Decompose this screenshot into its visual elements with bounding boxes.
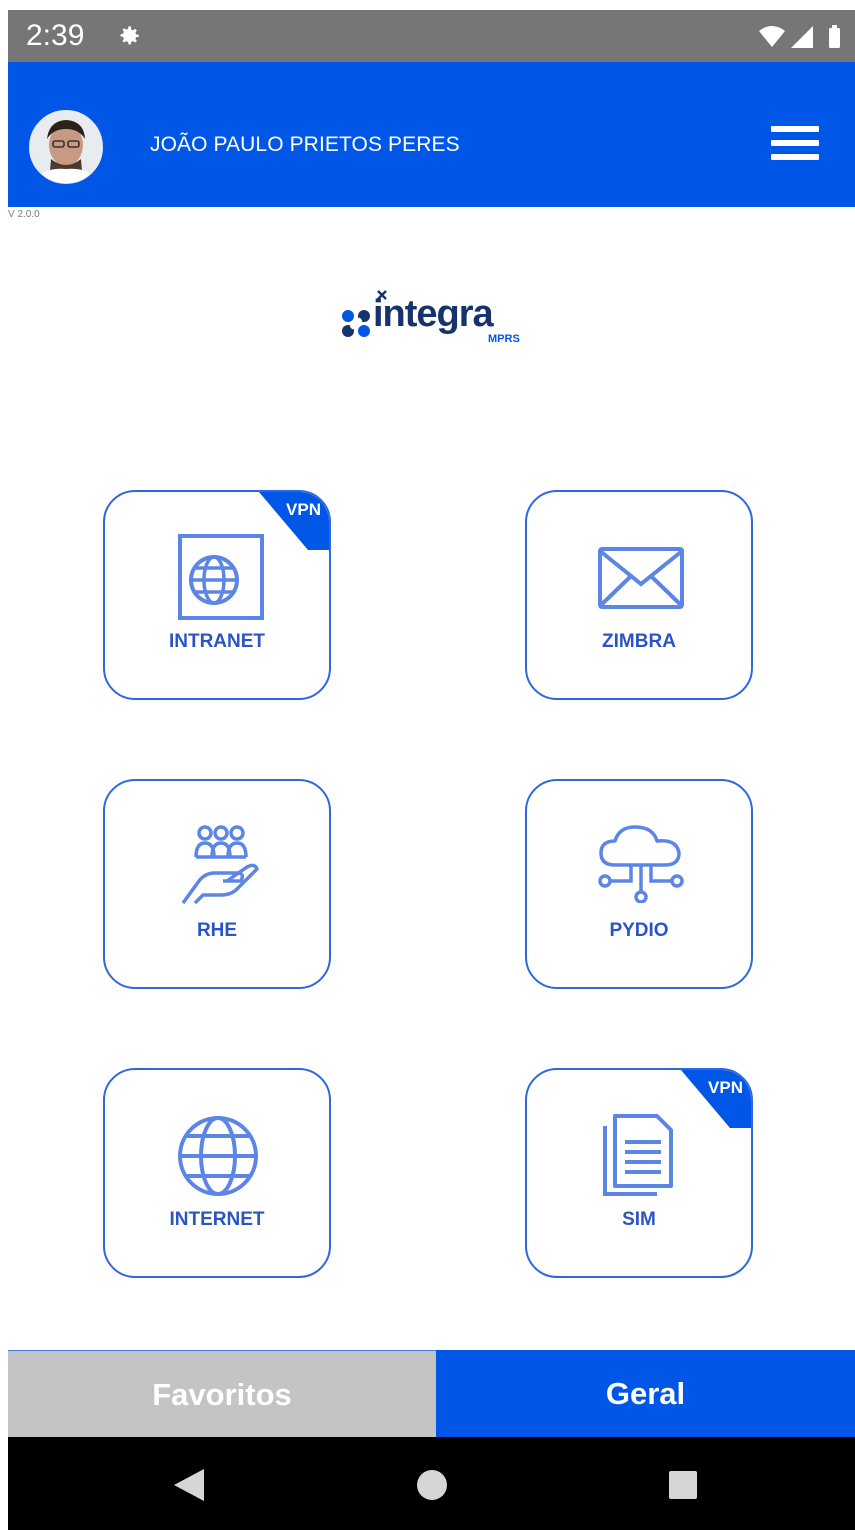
tile-label: RHE [196,920,238,941]
tile-label: SIM [622,1209,656,1230]
tile-zimbra[interactable]: ZIMBRA [525,490,753,700]
tile-rhe[interactable]: RHE [103,779,331,989]
recents-icon[interactable] [668,1470,698,1500]
tile-internet[interactable]: INTERNET [103,1068,331,1278]
tile-intranet[interactable]: VPN INTRANET [103,490,331,700]
gear-icon [116,23,142,54]
battery-icon [829,25,840,48]
tile-label: INTERNET [169,1209,265,1230]
vpn-badge-label: VPN [286,500,321,519]
tile-label: INTRANET [168,631,266,652]
tile-pydio[interactable]: PYDIO [525,779,753,989]
hamburger-menu-icon[interactable] [771,126,819,160]
logo-sub: MPRS [488,333,520,345]
tab-favoritos[interactable]: Favoritos [8,1350,436,1437]
logo-word: integra [373,293,494,335]
documents-icon [603,1114,673,1196]
status-time: 2:39 [26,19,85,52]
intranet-globe-icon [178,534,264,620]
tab-geral[interactable]: Geral [436,1350,855,1437]
integra-logo: integra MPRS [340,290,540,351]
back-icon[interactable] [172,1467,206,1503]
wifi-icon [759,26,785,47]
tile-sim[interactable]: VPN SIM [525,1068,753,1278]
app-header: JOÃO PAULO PRIETOS PERES [8,62,855,207]
avatar[interactable] [29,110,103,184]
people-hand-icon [181,825,259,905]
globe-icon [178,1116,258,1196]
tile-label: ZIMBRA [602,631,676,652]
version-label: V 2.0.0 [8,209,40,220]
status-bar: 2:39 [8,10,855,62]
integra-logo-mark-icon [342,310,370,337]
home-icon[interactable] [416,1469,448,1501]
signal-icon [791,26,813,48]
mail-envelope-icon [598,547,684,609]
cloud-network-icon [598,825,684,903]
status-icons [757,24,847,55]
bottom-tabs: Favoritos Geral [8,1350,855,1437]
tile-label: PYDIO [609,920,669,941]
user-name: JOÃO PAULO PRIETOS PERES [150,133,460,156]
vpn-badge-label: VPN [708,1078,743,1097]
system-nav-bar [8,1437,855,1530]
